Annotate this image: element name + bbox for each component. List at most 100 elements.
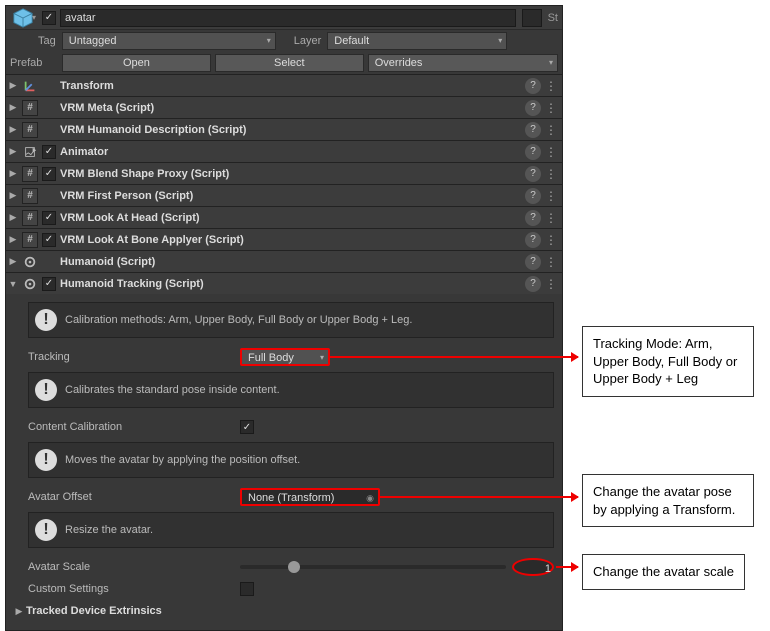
component-name: Animator <box>60 146 521 158</box>
foldout-icon[interactable]: ▶ <box>8 124 18 135</box>
info-position-offset: ! Moves the avatar by applying the posit… <box>28 442 554 478</box>
custom-settings-property: Custom Settings <box>14 578 554 600</box>
layer-dropdown[interactable]: Default <box>327 32 507 50</box>
tag-label: Tag <box>38 35 56 47</box>
active-checkbox[interactable]: ✓ <box>42 11 56 25</box>
tag-layer-row: Tag Untagged Layer Default <box>6 30 562 52</box>
component-name: VRM Look At Head (Script) <box>60 212 521 224</box>
slider-thumb[interactable] <box>288 561 300 573</box>
foldout-icon[interactable]: ▶ <box>8 190 18 201</box>
tracked-device-extrinsics[interactable]: ▶ Tracked Device Extrinsics <box>14 600 554 622</box>
help-icon[interactable]: ? <box>525 210 541 226</box>
avatar-scale-slider[interactable] <box>240 565 506 569</box>
inspector-panel: ✓ avatar St Tag Untagged Layer Default P… <box>5 5 563 631</box>
component-enabled-checkbox[interactable]: ✓ <box>42 233 56 247</box>
help-icon[interactable]: ? <box>525 144 541 160</box>
foldout-icon[interactable]: ▶ <box>8 234 18 245</box>
tracking-dropdown[interactable]: Full Body <box>240 348 330 366</box>
script-icon: # <box>22 100 38 116</box>
info-resize: ! Resize the avatar. <box>28 512 554 548</box>
component-header[interactable]: ▼ ✓ Humanoid Tracking (Script)? ⋮ <box>6 272 562 294</box>
component-menu-icon[interactable]: ⋮ <box>545 277 560 291</box>
content-calibration-checkbox[interactable]: ✓ <box>240 420 254 434</box>
component-menu-icon[interactable]: ⋮ <box>545 233 560 247</box>
static-checkbox[interactable] <box>522 9 542 27</box>
prefab-open-button[interactable]: Open <box>62 54 211 72</box>
component-enabled-checkbox[interactable]: ✓ <box>42 277 56 291</box>
component-header[interactable]: ▶#✓VRM Look At Head (Script)?⋮ <box>6 206 562 228</box>
avatar-offset-label: Avatar Offset <box>14 491 240 503</box>
component-menu-icon[interactable]: ⋮ <box>545 211 560 225</box>
help-icon[interactable]: ? <box>525 166 541 182</box>
component-menu-icon[interactable]: ⋮ <box>545 123 560 137</box>
tag-dropdown[interactable]: Untagged <box>62 32 276 50</box>
anim-icon <box>22 144 38 160</box>
content-calibration-label: Content Calibration <box>14 421 240 433</box>
foldout-icon[interactable]: ▶ <box>8 256 18 267</box>
component-header[interactable]: ▶#✓VRM Look At Bone Applyer (Script)?⋮ <box>6 228 562 250</box>
component-header[interactable]: ▶ ✓ Animator? ⋮ <box>6 140 562 162</box>
component-enabled-checkbox[interactable]: ✓ <box>42 167 56 181</box>
component-header[interactable]: ▶#VRM First Person (Script)?⋮ <box>6 184 562 206</box>
avatar-scale-value[interactable]: 1 <box>512 558 554 576</box>
info-calibration-methods: ! Calibration methods: Arm, Upper Body, … <box>28 302 554 338</box>
info-text: Moves the avatar by applying the positio… <box>65 454 300 466</box>
info-icon: ! <box>35 379 57 401</box>
foldout-icon[interactable]: ▶ <box>14 606 24 617</box>
component-name: VRM Blend Shape Proxy (Script) <box>60 168 521 180</box>
help-icon[interactable]: ? <box>525 100 541 116</box>
help-icon[interactable]: ? <box>525 122 541 138</box>
help-icon[interactable]: ? <box>525 188 541 204</box>
component-name: Humanoid Tracking (Script) <box>60 278 521 290</box>
avatar-scale-label: Avatar Scale <box>14 561 240 573</box>
custom-settings-label: Custom Settings <box>14 583 240 595</box>
foldout-icon[interactable]: ▶ <box>8 168 18 179</box>
avatar-offset-field[interactable]: None (Transform) <box>240 488 380 506</box>
component-menu-icon[interactable]: ⋮ <box>545 189 560 203</box>
component-header[interactable]: ▶ Humanoid (Script)? ⋮ <box>6 250 562 272</box>
info-standard-pose: ! Calibrates the standard pose inside co… <box>28 372 554 408</box>
component-header[interactable]: ▶ Transform? ⋮ <box>6 74 562 96</box>
prefab-row: Prefab Open Select Overrides <box>6 52 562 74</box>
component-menu-icon[interactable]: ⋮ <box>545 79 560 93</box>
component-name: Transform <box>60 80 521 92</box>
help-icon[interactable]: ? <box>525 78 541 94</box>
transform-icon <box>22 78 38 94</box>
component-enabled-checkbox[interactable]: ✓ <box>42 211 56 225</box>
custom-settings-checkbox[interactable] <box>240 582 254 596</box>
help-icon[interactable]: ? <box>525 232 541 248</box>
foldout-icon[interactable]: ▶ <box>8 212 18 223</box>
script-icon: # <box>22 166 38 182</box>
object-name-field[interactable]: avatar <box>60 9 516 27</box>
annotation-arrow <box>380 496 578 498</box>
component-name: VRM Look At Bone Applyer (Script) <box>60 234 521 246</box>
prefab-select-button[interactable]: Select <box>215 54 364 72</box>
annotation-arrow <box>556 566 578 568</box>
gear-icon <box>22 276 38 292</box>
component-name: Humanoid (Script) <box>60 256 521 268</box>
foldout-icon[interactable]: ▶ <box>8 80 18 91</box>
foldout-icon[interactable]: ▼ <box>8 279 18 289</box>
gameobject-icon[interactable] <box>10 7 38 29</box>
component-header[interactable]: ▶#VRM Humanoid Description (Script)?⋮ <box>6 118 562 140</box>
component-name: VRM Humanoid Description (Script) <box>60 124 521 136</box>
help-icon[interactable]: ? <box>525 254 541 270</box>
component-menu-icon[interactable]: ⋮ <box>545 167 560 181</box>
component-enabled-checkbox[interactable]: ✓ <box>42 145 56 159</box>
info-icon: ! <box>35 309 57 331</box>
component-header[interactable]: ▶ # ✓ VRM Blend Shape Proxy (Script)? ⋮ <box>6 162 562 184</box>
script-icon: # <box>22 188 38 204</box>
component-name: VRM Meta (Script) <box>60 102 521 114</box>
layer-label: Layer <box>294 35 322 47</box>
tracked-device-label: Tracked Device Extrinsics <box>24 605 250 617</box>
component-menu-icon[interactable]: ⋮ <box>545 101 560 115</box>
help-icon[interactable]: ? <box>525 276 541 292</box>
component-menu-icon[interactable]: ⋮ <box>545 145 560 159</box>
foldout-icon[interactable]: ▶ <box>8 146 18 157</box>
component-menu-icon[interactable]: ⋮ <box>545 255 560 269</box>
component-header[interactable]: ▶ # VRM Meta (Script)? ⋮ <box>6 96 562 118</box>
annotation-arrow <box>330 356 578 358</box>
prefab-overrides-dropdown[interactable]: Overrides <box>368 54 558 72</box>
foldout-icon[interactable]: ▶ <box>8 102 18 113</box>
avatar-scale-property: Avatar Scale 1 <box>14 556 554 578</box>
